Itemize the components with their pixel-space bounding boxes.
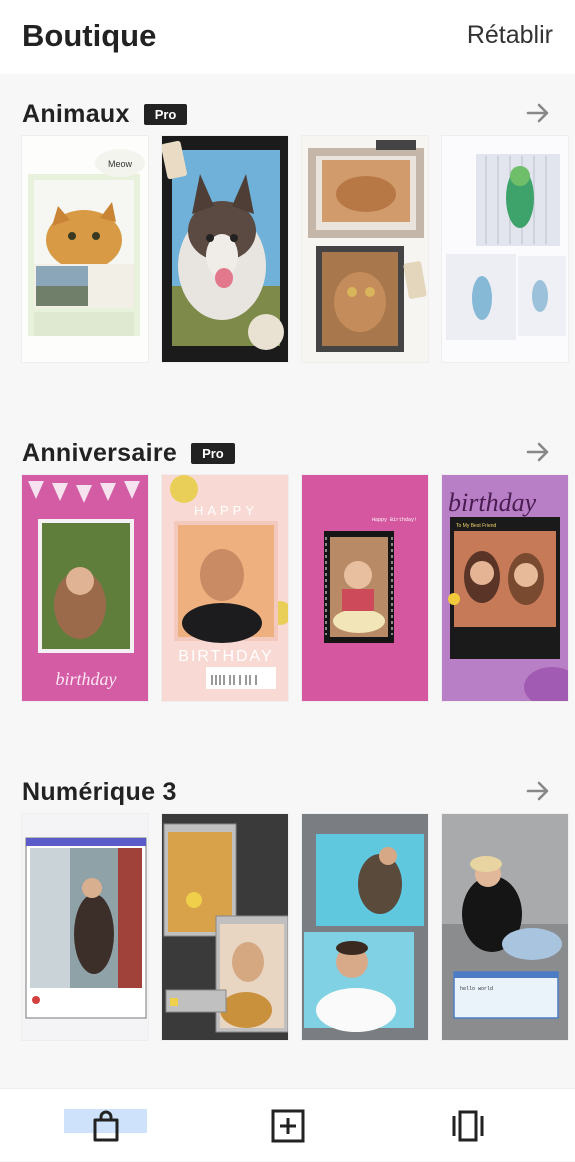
template-card-window-girl[interactable]: [21, 813, 149, 1041]
template-list: hello world: [21, 813, 569, 1041]
section-numerique-3: Numérique 3 hello world: [0, 776, 575, 1056]
shop-tab[interactable]: [36, 1089, 176, 1162]
template-card-friends-birthday[interactable]: birthday To My Best Friend: [441, 474, 569, 702]
template-card-cat[interactable]: Meow: [21, 135, 149, 363]
template-card-happy-birthday-boy[interactable]: HAPPY BIRTHDAY: [161, 474, 289, 702]
add-square-icon: [271, 1109, 305, 1142]
carousel-icon: [452, 1110, 484, 1141]
template-card-woman-jeans[interactable]: hello world: [441, 813, 569, 1041]
section-title: Animaux: [22, 99, 130, 128]
bottom-navigation: [0, 1088, 575, 1161]
reset-button[interactable]: Rétablir: [467, 21, 553, 50]
template-card-parakeets[interactable]: [441, 135, 569, 363]
happy-text: HAPPY: [194, 503, 258, 518]
section-anniversaire: Anniversaire Pro birthday HAPPY BIRTHDAY…: [0, 437, 575, 717]
birthday-script-text: birthday: [56, 669, 117, 689]
pro-badge: Pro: [191, 442, 235, 464]
section-animaux: Animaux Pro Meow: [0, 98, 575, 378]
template-card-husky[interactable]: [161, 135, 289, 363]
template-list: Meow: [21, 135, 569, 363]
best-friend-text: To My Best Friend: [456, 523, 497, 529]
section-title: Numérique 3: [22, 777, 177, 806]
section-header: Numérique 3: [22, 776, 177, 808]
top-bar: Boutique Rétablir: [0, 0, 575, 74]
arrow-right-icon[interactable]: [525, 776, 551, 806]
happy-birthday-note-text: Happy Birthday!: [372, 517, 417, 523]
template-card-girl-swing[interactable]: birthday: [21, 474, 149, 702]
create-tab[interactable]: [218, 1089, 358, 1162]
template-card-cats-polaroid[interactable]: [301, 135, 429, 363]
template-card-young-man[interactable]: [301, 813, 429, 1041]
gallery-tab[interactable]: [398, 1089, 538, 1162]
pro-badge: Pro: [143, 103, 188, 125]
section-header: Animaux Pro: [22, 98, 188, 130]
template-list: birthday HAPPY BIRTHDAY Happy Birthday! …: [21, 474, 569, 702]
arrow-right-icon[interactable]: [525, 437, 551, 467]
hello-world-text: hello world: [460, 986, 493, 992]
page-title: Boutique: [22, 18, 157, 53]
meow-text: Meow: [108, 159, 133, 169]
birthday-big-text: birthday: [448, 488, 537, 517]
template-card-retro-windows[interactable]: [161, 813, 289, 1041]
section-title: Anniversaire: [22, 438, 178, 467]
arrow-right-icon[interactable]: [525, 98, 551, 128]
birthday-caps-text: BIRTHDAY: [178, 648, 273, 665]
shopping-bag-icon: [93, 1110, 119, 1141]
section-header: Anniversaire Pro: [22, 437, 235, 469]
template-card-toddler-cake[interactable]: Happy Birthday!: [301, 474, 429, 702]
